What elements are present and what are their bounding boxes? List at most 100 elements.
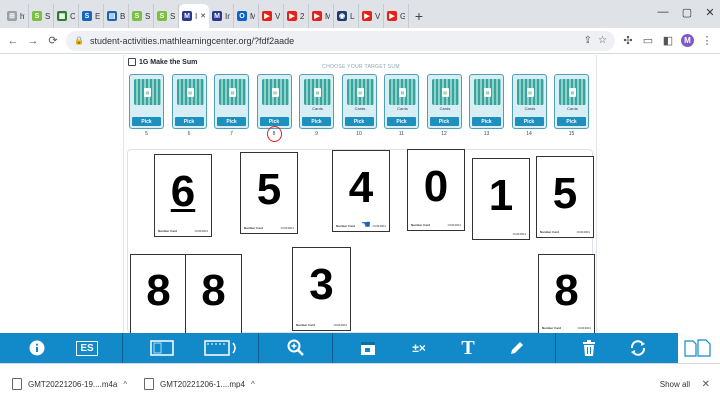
card-label: Number Card xyxy=(158,229,178,233)
maximize-icon[interactable]: ▢ xyxy=(676,0,698,24)
tab-favicon-icon: ▤ xyxy=(107,11,117,21)
bookmark-star-icon[interactable]: ☆ xyxy=(598,35,607,46)
tab-label: Sea xyxy=(170,11,175,21)
calendar-icon[interactable] xyxy=(357,333,379,363)
card-deck-icon: ▤ xyxy=(431,79,459,105)
menu-icon[interactable]: ⋮ xyxy=(700,34,714,48)
back-icon[interactable]: ← xyxy=(6,34,20,48)
chevron-up-icon[interactable]: ^ xyxy=(123,380,127,389)
number-card[interactable]: 8 xyxy=(185,254,242,334)
pick-button[interactable]: Pick xyxy=(429,117,459,126)
close-window-icon[interactable]: ✕ xyxy=(700,0,720,24)
target-sum-button[interactable]: ▤ Pick xyxy=(469,74,504,129)
reset-icon[interactable] xyxy=(626,333,650,363)
reveal-panel-icon[interactable] xyxy=(148,333,176,363)
math-symbols-icon[interactable]: ±× xyxy=(407,333,431,363)
browser-tab[interactable]: SElen xyxy=(79,4,104,28)
card-deck-icon: ▤ xyxy=(516,79,544,105)
browser-tab[interactable]: ▶Gr2 xyxy=(384,4,409,28)
target-sum-button[interactable]: ▤ Cards Pick xyxy=(554,74,589,129)
download-filename: GMT20221206-19....m4a xyxy=(28,379,118,389)
number-card[interactable]: 8 Number Card OCR4001 xyxy=(538,254,595,334)
browser-tab[interactable]: M I ✕ xyxy=(179,4,209,28)
target-sum-button[interactable]: ▤ Pick xyxy=(214,74,249,129)
target-sum-button[interactable]: ▤ Pick xyxy=(256,74,292,129)
number-card[interactable]: 3 Number Card OCR4001 xyxy=(292,247,351,331)
number-card[interactable]: 6 Number Card OCR4001 xyxy=(154,154,212,237)
browser-tab[interactable]: ▶Vid xyxy=(259,4,284,28)
browser-tab[interactable]: ◉Lau xyxy=(334,4,359,28)
browser-tab[interactable]: ⊞http xyxy=(4,4,29,28)
pages-icon[interactable] xyxy=(680,333,716,363)
trash-icon[interactable] xyxy=(578,333,600,363)
target-sum-button[interactable]: ▤ Cards Pick xyxy=(426,74,462,129)
target-sum-button[interactable]: ▤ Cards Pick xyxy=(341,74,377,129)
address-bar-row: ← → ⟳ 🔒 student-activities.mathlearningc… xyxy=(0,28,720,54)
pick-button[interactable]: Pick xyxy=(472,117,501,126)
share-icon[interactable]: ⇪ xyxy=(584,35,592,46)
download-item[interactable]: GMT20221206-1....mp4 ^ xyxy=(144,372,255,396)
extensions-icon[interactable]: ✣ xyxy=(621,34,635,48)
card-code: OCR4001 xyxy=(577,326,591,330)
target-sum-button[interactable]: ▤ Pick xyxy=(129,74,164,129)
url-bar[interactable]: 🔒 student-activities.mathlearningcenter.… xyxy=(66,30,615,51)
reload-icon[interactable]: ⟳ xyxy=(46,34,60,48)
tab-label: Inte xyxy=(225,11,230,21)
browser-tab[interactable]: ▤Bric xyxy=(104,4,129,28)
reading-list-icon[interactable]: ▭ xyxy=(641,34,655,48)
target-sum-button[interactable]: ▤ Pick xyxy=(171,74,207,129)
browser-tab[interactable]: ▦Cal xyxy=(54,4,79,28)
target-sum-number: 13 xyxy=(483,131,490,137)
target-sum-button[interactable]: ▤ Cards Pick xyxy=(511,74,547,129)
side-panel-icon[interactable]: ◧ xyxy=(661,34,675,48)
minimize-icon[interactable]: — xyxy=(652,0,674,24)
browser-tab[interactable]: SSea xyxy=(29,4,54,28)
target-sum-button[interactable]: ▤ Cards Pick xyxy=(299,74,334,129)
browser-tab[interactable]: MInte xyxy=(209,4,234,28)
download-shelf: GMT20221206-19....m4a ^ GMT20221206-1...… xyxy=(0,363,720,404)
pick-button[interactable]: Pick xyxy=(217,117,246,126)
card-number: 8 xyxy=(554,266,579,315)
info-icon[interactable] xyxy=(26,333,48,363)
profile-avatar[interactable]: M xyxy=(681,34,694,47)
number-card[interactable]: 0 Number Card OCR4001 xyxy=(407,149,465,231)
close-icon[interactable]: ✕ xyxy=(702,372,710,396)
screen-toggle-icon[interactable] xyxy=(202,333,240,363)
forward-icon[interactable]: → xyxy=(26,34,40,48)
chevron-up-icon[interactable]: ^ xyxy=(251,380,255,389)
card-label: Number Card xyxy=(542,326,562,330)
download-item[interactable]: GMT20221206-19....m4a ^ xyxy=(12,372,127,396)
pick-button[interactable]: Pick xyxy=(259,117,289,126)
number-card[interactable]: 5 Number Card OCR4001 xyxy=(536,156,594,238)
pick-button[interactable]: Pick xyxy=(344,117,374,126)
target-sum-button[interactable]: ▤ Cards Pick xyxy=(384,74,419,129)
browser-tab[interactable]: ▶My xyxy=(309,4,334,28)
close-tab-icon[interactable]: ✕ xyxy=(200,12,206,20)
browser-tab[interactable]: SSea xyxy=(129,4,154,28)
browser-tab[interactable]: SSea xyxy=(154,4,179,28)
card-deck-icon: ▤ xyxy=(559,79,586,105)
pick-button[interactable]: Pick xyxy=(514,117,544,126)
language-button[interactable]: ES xyxy=(72,333,102,363)
text-icon[interactable]: T xyxy=(457,333,479,363)
pick-button[interactable]: Pick xyxy=(132,117,161,126)
pick-button[interactable]: Pick xyxy=(302,117,331,126)
target-sum-number: 7 xyxy=(230,131,233,137)
pick-button[interactable]: Pick xyxy=(387,117,416,126)
zoom-icon[interactable] xyxy=(284,333,308,363)
browser-tab[interactable]: ▶Vid xyxy=(359,4,384,28)
tab-favicon-icon: ▶ xyxy=(262,11,272,21)
number-card[interactable]: 1 OCR4001 xyxy=(472,158,530,240)
pick-button[interactable]: Pick xyxy=(557,117,586,126)
target-caption: Cards xyxy=(439,106,451,111)
card-label: Number Card xyxy=(540,230,560,234)
new-tab-button[interactable]: + xyxy=(409,4,429,28)
browser-tab[interactable]: OMai xyxy=(234,4,259,28)
number-card[interactable]: 8 xyxy=(130,254,187,334)
pick-button[interactable]: Pick xyxy=(174,117,204,126)
number-card[interactable]: 5 Number Card OCR4001 xyxy=(240,152,298,234)
card-number: 3 xyxy=(309,260,334,309)
browser-tab[interactable]: ▶2nd xyxy=(284,4,309,28)
pen-icon[interactable] xyxy=(506,333,528,363)
show-all-link[interactable]: Show all xyxy=(660,372,690,396)
